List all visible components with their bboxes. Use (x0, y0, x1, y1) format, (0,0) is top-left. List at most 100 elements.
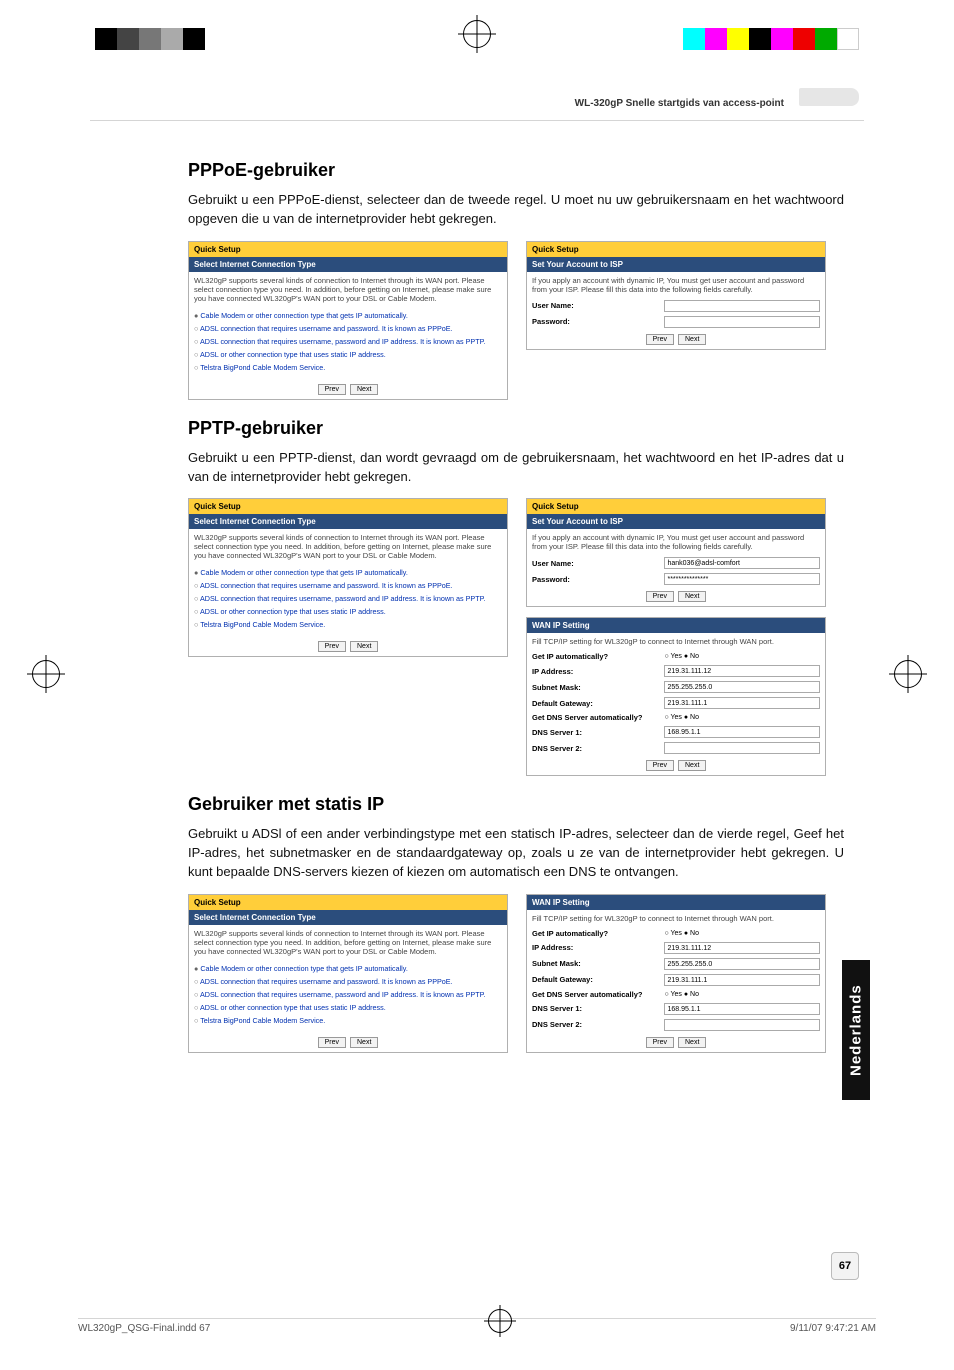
ip-label: IP Address: (532, 667, 664, 676)
screenshot-pptp-wanip: WAN IP Setting Fill TCP/IP setting for W… (526, 617, 826, 776)
mask-input[interactable]: 255.255.255.0 (664, 681, 820, 693)
dns1-label: DNS Server 1: (532, 1004, 664, 1013)
panel-subtitle: WAN IP Setting (527, 618, 825, 633)
username-input[interactable] (664, 300, 820, 312)
dns2-input[interactable] (664, 1019, 820, 1031)
footer-timestamp: 9/11/07 9:47:21 AM (790, 1323, 876, 1334)
opt-pppoe[interactable]: ADSL connection that requires username a… (194, 975, 502, 988)
opt-static[interactable]: ADSL or other connection type that uses … (194, 348, 502, 361)
ip-input[interactable]: 219.31.111.12 (664, 665, 820, 677)
section-pptp-intro: Gebruikt u een PPTP-dienst, dan wordt ge… (188, 449, 844, 487)
username-label: User Name: (532, 301, 664, 310)
opt-bigpond[interactable]: Telstra BigPond Cable Modem Service. (194, 618, 502, 631)
password-label: Password: (532, 317, 664, 326)
opt-static[interactable]: ADSL or other connection type that uses … (194, 605, 502, 618)
panel-subtitle: WAN IP Setting (527, 895, 825, 910)
panel-title: Quick Setup (527, 499, 825, 514)
panel-subtitle: Select Internet Connection Type (189, 257, 507, 272)
username-input[interactable]: hank036@adsl-comfort (664, 557, 820, 569)
next-button[interactable]: Next (678, 760, 706, 771)
opt-static[interactable]: ADSL or other connection type that uses … (194, 1001, 502, 1014)
getdns-label: Get DNS Server automatically? (532, 990, 664, 999)
screenshot-pppoe-account: Quick Setup Set Your Account to ISP If y… (526, 241, 826, 350)
opt-auto[interactable]: Cable Modem or other connection type tha… (194, 962, 502, 975)
screenshot-pptp-account: Quick Setup Set Your Account to ISP If y… (526, 498, 826, 607)
dns2-input[interactable] (664, 742, 820, 754)
password-label: Password: (532, 575, 664, 584)
panel-description: If you apply an account with dynamic IP,… (527, 272, 825, 298)
screenshot-static-select: Quick Setup Select Internet Connection T… (188, 894, 508, 1053)
dns1-input[interactable]: 168.95.1.1 (664, 1003, 820, 1015)
ip-label: IP Address: (532, 943, 664, 952)
opt-pptp[interactable]: ADSL connection that requires username, … (194, 592, 502, 605)
registration-mark-left (32, 660, 60, 688)
getip-label: Get IP automatically? (532, 652, 664, 661)
panel-description: WL320gP supports several kinds of connec… (189, 925, 507, 960)
password-input[interactable]: *************** (664, 573, 820, 585)
getip-label: Get IP automatically? (532, 929, 664, 938)
opt-auto[interactable]: Cable Modem or other connection type tha… (194, 566, 502, 579)
language-tab: Nederlands (842, 960, 870, 1100)
dns1-input[interactable]: 168.95.1.1 (664, 726, 820, 738)
gw-input[interactable]: 219.31.111.1 (664, 974, 820, 986)
panel-subtitle: Select Internet Connection Type (189, 514, 507, 529)
screenshot-pppoe-select: Quick Setup Select Internet Connection T… (188, 241, 508, 400)
getip-radio[interactable]: ○ Yes ● No (664, 930, 820, 937)
prev-button[interactable]: Prev (646, 760, 674, 771)
panel-title: Quick Setup (189, 499, 507, 514)
section-pptp-title: PPTP-gebruiker (188, 418, 844, 439)
gw-input[interactable]: 219.31.111.1 (664, 697, 820, 709)
getip-radio[interactable]: ○ Yes ● No (664, 653, 820, 660)
panel-description: Fill TCP/IP setting for WL320gP to conne… (527, 633, 825, 650)
prev-button[interactable]: Prev (318, 641, 346, 652)
color-registration-right (683, 28, 859, 50)
opt-pppoe[interactable]: ADSL connection that requires username a… (194, 579, 502, 592)
page-content: PPPoE-gebruiker Gebruikt u een PPPoE-die… (188, 160, 844, 1071)
registration-mark-top (463, 20, 491, 48)
opt-auto[interactable]: Cable Modem or other connection type tha… (194, 309, 502, 322)
screenshot-pptp-select: Quick Setup Select Internet Connection T… (188, 498, 508, 657)
next-button[interactable]: Next (678, 591, 706, 602)
mask-input[interactable]: 255.255.255.0 (664, 958, 820, 970)
getdns-label: Get DNS Server automatically? (532, 713, 664, 722)
prev-button[interactable]: Prev (646, 591, 674, 602)
prev-button[interactable]: Prev (646, 334, 674, 345)
header-product-label: WL-320gP Snelle startgids van access-poi… (575, 98, 784, 109)
panel-title: Quick Setup (189, 242, 507, 257)
next-button[interactable]: Next (678, 1037, 706, 1048)
registration-mark-bottom (488, 1309, 512, 1333)
next-button[interactable]: Next (350, 384, 378, 395)
next-button[interactable]: Next (350, 641, 378, 652)
opt-pptp[interactable]: ADSL connection that requires username, … (194, 335, 502, 348)
next-button[interactable]: Next (678, 334, 706, 345)
getdns-radio[interactable]: ○ Yes ● No (664, 991, 820, 998)
mask-label: Subnet Mask: (532, 959, 664, 968)
getdns-radio[interactable]: ○ Yes ● No (664, 714, 820, 721)
opt-bigpond[interactable]: Telstra BigPond Cable Modem Service. (194, 1014, 502, 1027)
section-pppoe-intro: Gebruikt u een PPPoE-dienst, selecteer d… (188, 191, 844, 229)
prev-button[interactable]: Prev (646, 1037, 674, 1048)
panel-description: WL320gP supports several kinds of connec… (189, 529, 507, 564)
next-button[interactable]: Next (350, 1037, 378, 1048)
opt-bigpond[interactable]: Telstra BigPond Cable Modem Service. (194, 361, 502, 374)
panel-title: Quick Setup (189, 895, 507, 910)
username-label: User Name: (532, 559, 664, 568)
color-registration-left (95, 28, 205, 50)
section-static-title: Gebruiker met statis IP (188, 794, 844, 815)
dns2-label: DNS Server 2: (532, 744, 664, 753)
panel-title: Quick Setup (527, 242, 825, 257)
prev-button[interactable]: Prev (318, 1037, 346, 1048)
screenshot-static-wanip: WAN IP Setting Fill TCP/IP setting for W… (526, 894, 826, 1053)
password-input[interactable] (664, 316, 820, 328)
panel-subtitle: Select Internet Connection Type (189, 910, 507, 925)
page-number-badge: 67 (831, 1252, 859, 1280)
section-static-intro: Gebruikt u ADSl of een ander verbindings… (188, 825, 844, 882)
section-pppoe-title: PPPoE-gebruiker (188, 160, 844, 181)
ip-input[interactable]: 219.31.111.12 (664, 942, 820, 954)
gw-label: Default Gateway: (532, 699, 664, 708)
opt-pppoe[interactable]: ADSL connection that requires username a… (194, 322, 502, 335)
panel-description: Fill TCP/IP setting for WL320gP to conne… (527, 910, 825, 927)
prev-button[interactable]: Prev (318, 384, 346, 395)
print-footer: WL320gP_QSG-Final.indd 67 9/11/07 9:47:2… (78, 1318, 876, 1334)
opt-pptp[interactable]: ADSL connection that requires username, … (194, 988, 502, 1001)
